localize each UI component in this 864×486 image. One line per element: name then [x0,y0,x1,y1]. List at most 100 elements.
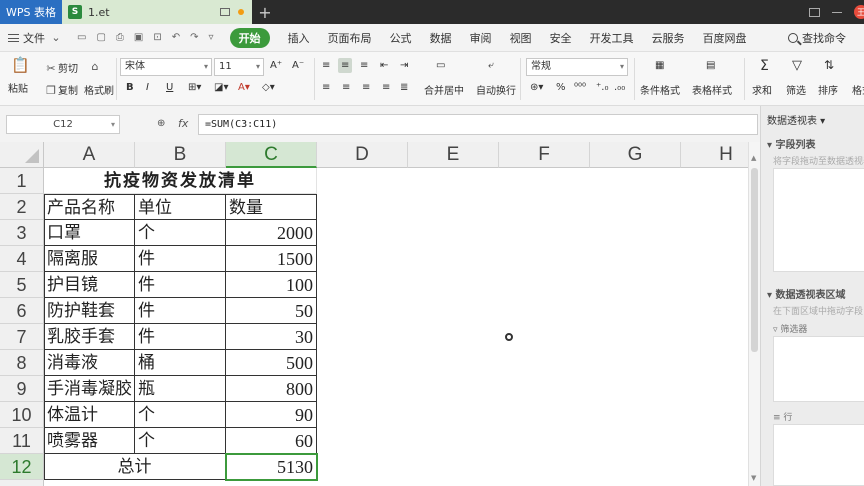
font-name-select[interactable]: 宋体 [120,58,212,76]
increase-font-icon[interactable]: A⁺ [270,60,282,71]
decrease-indent-icon[interactable]: ⇤ [380,60,388,71]
table-cell-name[interactable]: 乳胶手套 [44,324,135,350]
table-cell-name[interactable]: 隔离服 [44,246,135,272]
copy-button[interactable]: ❐ 复制 [44,82,78,98]
conditional-format-button[interactable]: 条件格式 [640,82,680,97]
row-header-2[interactable]: 2 [0,194,44,220]
file-tab[interactable]: S 1.et [62,0,252,24]
table-cell-name[interactable]: 口罩 [44,220,135,246]
menu-tab-view[interactable]: 视图 [510,30,532,46]
filter-button[interactable]: 筛选 [786,82,806,97]
menu-tab-review[interactable]: 审阅 [470,30,492,46]
table-cell-name[interactable]: 喷雾器 [44,428,135,454]
clear-format-icon[interactable]: ◇▾ [262,82,275,93]
column-header-e[interactable]: E [408,142,499,168]
align-left-icon[interactable]: ≡ [322,82,330,93]
sort-button[interactable]: 排序 [818,82,838,97]
align-top-icon[interactable]: ≡ [322,60,330,71]
table-cell-unit[interactable]: 个 [135,402,226,428]
table-style-button[interactable]: 表格样式 [692,82,732,97]
table-cell-name[interactable]: 体温计 [44,402,135,428]
distributed-icon[interactable]: ≣ [400,82,408,93]
column-header-f[interactable]: F [499,142,590,168]
table-cell-qty[interactable]: 60 [226,428,317,454]
percent-icon[interactable]: % [556,82,566,93]
row-header-10[interactable]: 10 [0,402,44,428]
formula-input[interactable]: =SUM(C3:C11) [198,114,758,135]
row-header-9[interactable]: 9 [0,376,44,402]
decrease-decimal-icon[interactable]: .₀₀ [614,82,625,93]
table-cell-qty[interactable]: 500 [226,350,317,376]
row-header-8[interactable]: 8 [0,350,44,376]
cut-button[interactable]: ✂ 剪切 [44,60,78,76]
table-cell-qty[interactable]: 1500 [226,246,317,272]
open-icon[interactable]: ▭ [77,32,86,43]
fill-color-icon[interactable]: ◪▾ [214,82,228,93]
column-header-b[interactable]: B [135,142,226,168]
bold-button[interactable]: B [126,82,134,93]
command-search[interactable]: 查找命令 [788,30,846,46]
menu-tab-baidu-disk[interactable]: 百度网盘 [703,30,747,46]
italic-button[interactable]: I [146,82,149,93]
rows-area-box[interactable] [773,424,864,486]
table-cell-unit[interactable]: 瓶 [135,376,226,402]
table-cell-unit[interactable]: 件 [135,272,226,298]
panel-title[interactable]: 数据透视表 ▾ [767,112,825,127]
filter-area-box[interactable] [773,336,864,402]
menu-tab-page-layout[interactable]: 页面布局 [328,30,372,46]
pivot-areas-section[interactable]: ▾ 数据透视表区域 [767,286,846,301]
table-cell-qty[interactable]: 30 [226,324,317,350]
total-label-cell[interactable]: 总计 [44,454,226,480]
format-button[interactable]: 格式 [852,82,864,97]
row-header-3[interactable]: 3 [0,220,44,246]
decrease-font-icon[interactable]: A⁻ [292,60,304,71]
file-menu[interactable]: 文件 ⌄ [8,30,63,46]
menu-tab-formula[interactable]: 公式 [390,30,412,46]
header-cell-name[interactable]: 产品名称 [44,194,135,220]
undo-icon[interactable]: ↶ [172,32,180,43]
sheet-title-cell[interactable]: 抗疫物资发放清单 [44,168,317,194]
menu-tab-data[interactable]: 数据 [430,30,452,46]
row-header-5[interactable]: 5 [0,272,44,298]
number-format-select[interactable]: 常规 [526,58,628,76]
menu-tab-security[interactable]: 安全 [550,30,572,46]
font-color-icon[interactable]: A▾ [238,82,250,93]
new-tab-button[interactable]: + [252,0,278,24]
field-list-section[interactable]: ▾ 字段列表 [767,136,816,151]
customize-icon[interactable]: ▿ [209,32,214,43]
thousands-icon[interactable]: ⁰⁰⁰ [574,82,586,93]
underline-button[interactable]: U [166,82,173,93]
print-icon[interactable]: ⎙ [116,32,124,43]
user-avatar[interactable]: 王 [854,5,864,19]
select-all-corner[interactable] [0,142,44,168]
paste-button[interactable]: 📋 粘贴 [8,58,30,96]
scroll-up-icon[interactable]: ▲ [751,154,756,162]
currency-icon[interactable]: ⊛▾ [530,82,543,93]
table-cell-unit[interactable]: 个 [135,220,226,246]
table-cell-unit[interactable]: 桶 [135,350,226,376]
align-center-icon[interactable]: ≡ [342,82,350,93]
zoom-icon[interactable]: ⊕ [157,118,165,129]
table-cell-name[interactable]: 护目镜 [44,272,135,298]
font-size-select[interactable]: 11 [214,58,264,76]
table-cell-unit[interactable]: 件 [135,324,226,350]
print-preview-icon[interactable]: ▣ [134,32,143,43]
export-icon[interactable]: ⊡ [153,32,161,43]
row-header-1[interactable]: 1 [0,168,44,194]
scrollbar-thumb[interactable] [751,168,758,352]
header-cell-unit[interactable]: 单位 [135,194,226,220]
vertical-scrollbar[interactable]: ▲ ▼ [748,142,760,486]
column-header-d[interactable]: D [317,142,408,168]
align-bottom-icon[interactable]: ≡ [360,60,368,71]
table-cell-name[interactable]: 防护鞋套 [44,298,135,324]
row-header-11[interactable]: 11 [0,428,44,454]
align-middle-icon[interactable]: ≡ [338,58,353,73]
column-header-a[interactable]: A [44,142,135,168]
menu-tab-developer[interactable]: 开发工具 [590,30,634,46]
window-layout-icon[interactable] [809,7,820,17]
redo-icon[interactable]: ↷ [190,32,198,43]
table-cell-qty[interactable]: 2000 [226,220,317,246]
table-cell-qty[interactable]: 50 [226,298,317,324]
table-cell-name[interactable]: 消毒液 [44,350,135,376]
format-painter-icon[interactable]: ⌂ [88,60,102,74]
